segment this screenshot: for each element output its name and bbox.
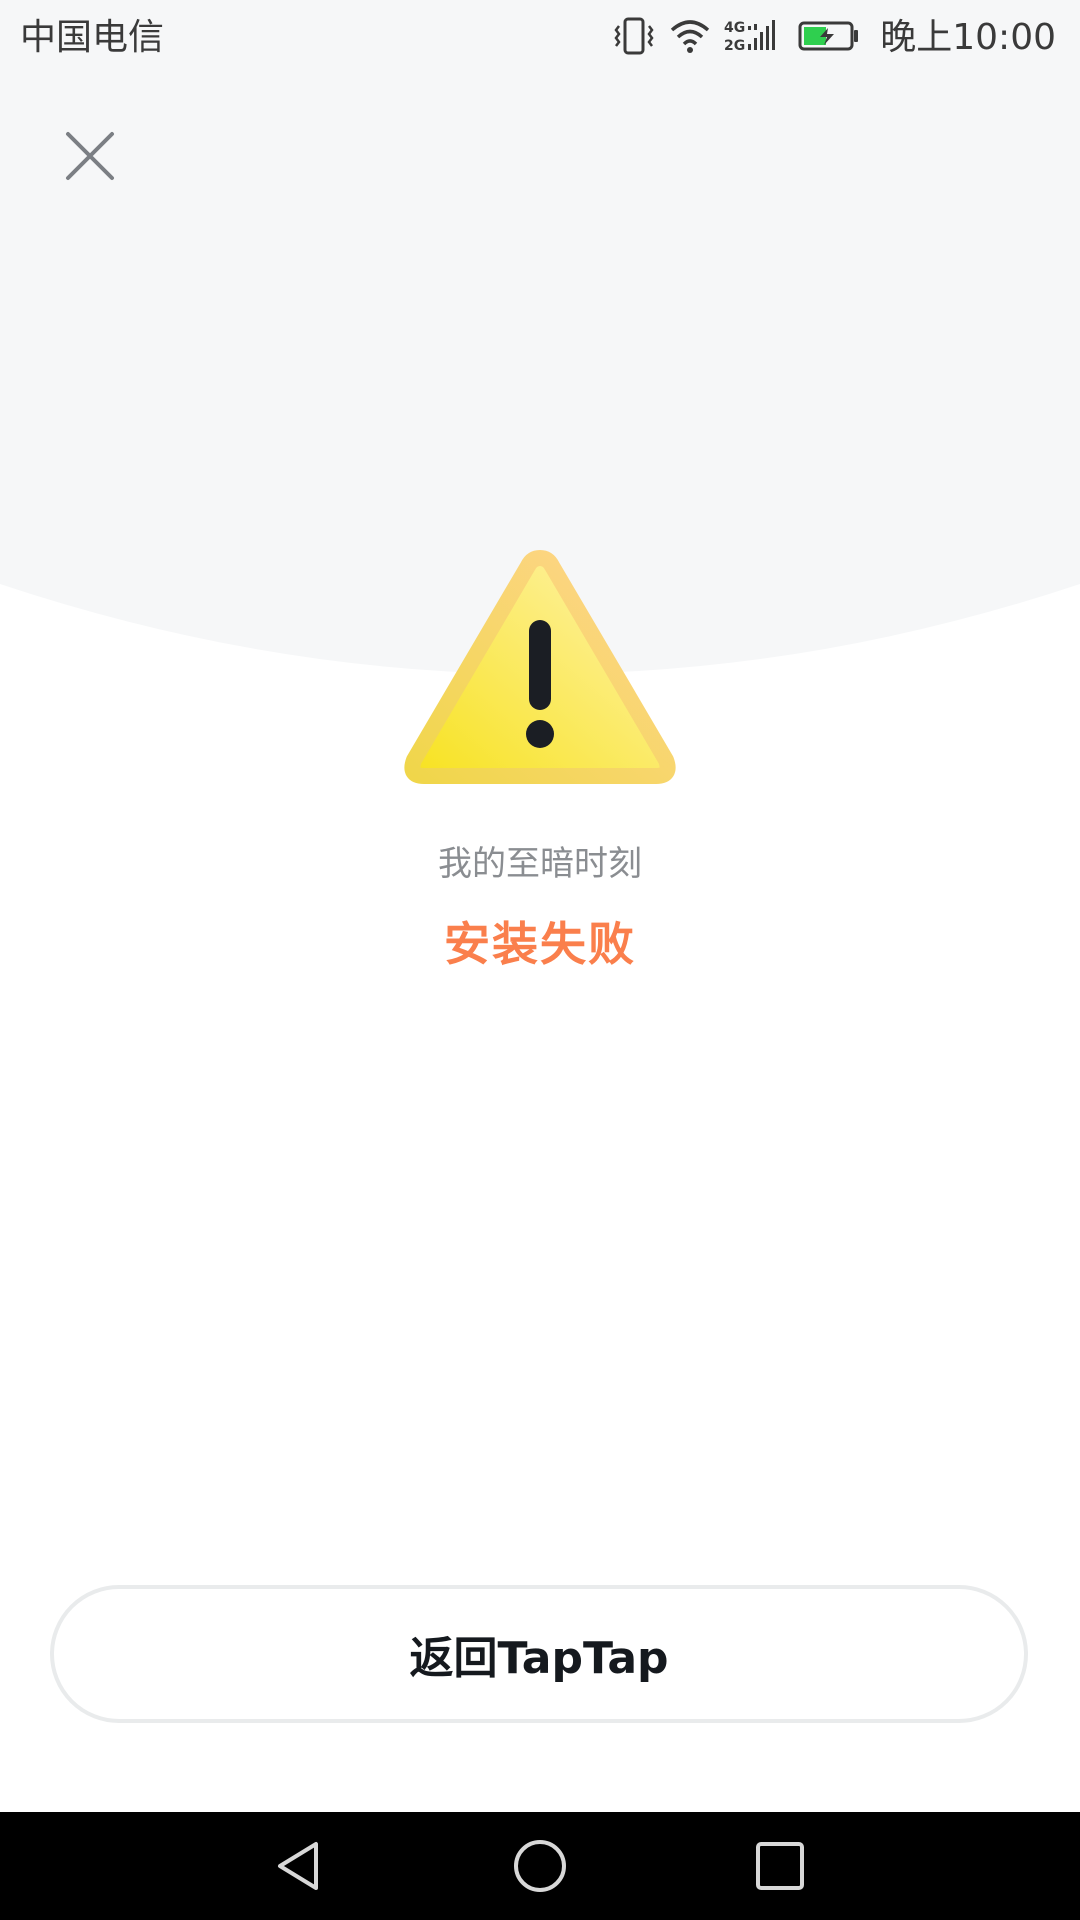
return-taptap-button[interactable]: 返回TapTap [50,1585,1028,1723]
status-bar: 中国电信 4G 2G 晚上10:00 [0,0,1080,74]
signal-4g-2g-icon: 4G 2G [724,16,784,60]
navigation-bar [0,1812,1080,1920]
install-result-screen: 中国电信 4G 2G 晚上10:00 我的至暗时刻 安装失败 返回TapTap [0,0,1080,1920]
recents-icon [756,1842,804,1890]
install-status: 安装失败 [444,917,636,971]
warning-icon [400,544,680,784]
home-icon [514,1840,566,1892]
status-icons: 4G 2G 晚上10:00 [612,14,1056,62]
game-name: 我的至暗时刻 [438,844,642,884]
svg-text:4G: 4G [724,20,745,36]
back-button[interactable] [264,1830,336,1902]
battery-charging-icon [798,20,860,56]
home-button[interactable] [504,1830,576,1902]
status-time: 晚上10:00 [880,17,1056,58]
recents-button[interactable] [744,1830,816,1902]
svg-text:2G: 2G [724,38,745,54]
back-icon [278,1842,318,1890]
carrier-label: 中国电信 [20,17,165,58]
wifi-icon [670,18,710,58]
close-icon [66,132,114,180]
vibrate-icon [612,16,656,60]
close-button[interactable] [50,116,130,196]
